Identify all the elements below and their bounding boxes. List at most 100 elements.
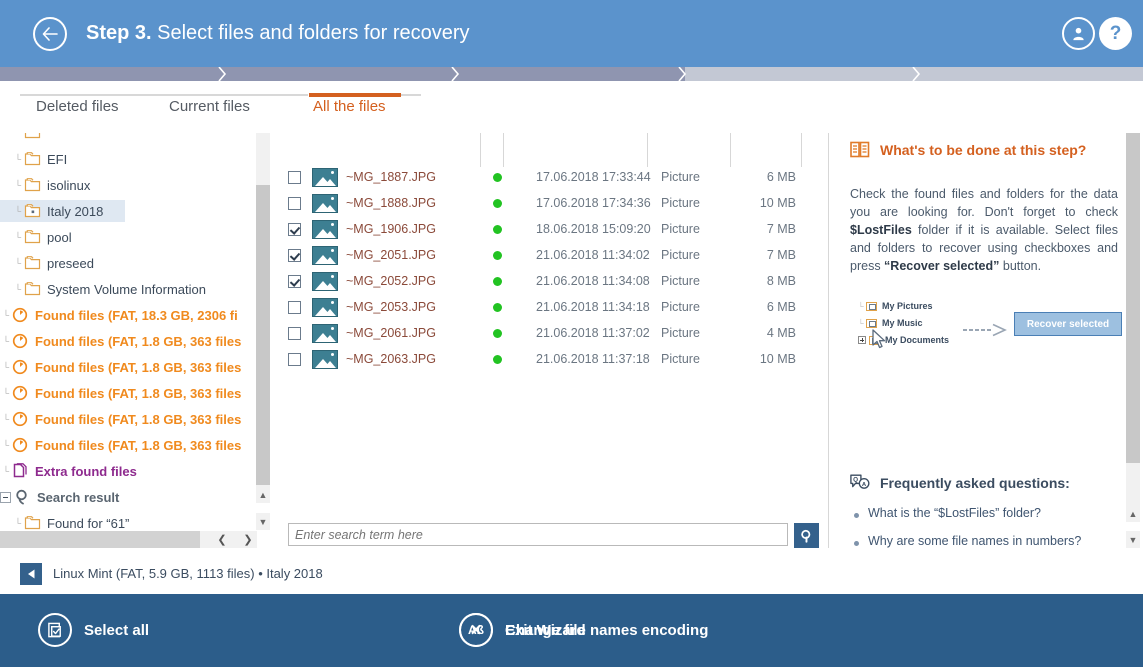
illus-label-my-documents: My Documents (885, 335, 950, 345)
help-scroll-up-button[interactable]: ▲ (1126, 505, 1140, 522)
help-scroll-thumb[interactable] (1126, 133, 1140, 463)
user-account-button[interactable] (1062, 17, 1095, 50)
help-scroll-down-button[interactable]: ▼ (1126, 531, 1140, 548)
tree-item-system-volume-information[interactable]: └ System Volume Information (0, 276, 256, 302)
tree-dash-icon: └ (14, 518, 22, 528)
tree-dash-icon: └ (14, 154, 22, 164)
tree-item-efi[interactable]: └ EFI (0, 146, 256, 172)
table-row[interactable]: ~MG_1887.JPG 17.06.2018 17:33:44 Picture 6 … (276, 164, 828, 190)
exit-wizard-button[interactable]: ✕ Exit Wizard (459, 612, 586, 648)
row-checkbox[interactable] (288, 222, 301, 236)
row-checkbox[interactable] (288, 274, 301, 288)
file-type: Picture (661, 300, 700, 314)
tree-item-isolinux[interactable]: └ isolinux (0, 172, 256, 198)
row-checkbox[interactable] (288, 196, 301, 210)
table-row[interactable]: ~MG_2061.JPG 21.06.2018 11:37:02 Picture 4 … (276, 320, 828, 346)
file-name: ~MG_1906.JPG (346, 222, 436, 236)
picture-icon (312, 193, 338, 213)
tree-item-label: Extra found files (35, 463, 137, 479)
table-row[interactable]: ~MG_2053.JPG 21.06.2018 11:34:18 Picture 6 … (276, 294, 828, 320)
tree-item-found-files-fat-1-8-gb-363-files[interactable]: └ Found files (FAT, 1.8 GB, 363 files (0, 406, 256, 432)
file-date: 18.06.2018 15:09:20 (536, 222, 651, 236)
tree-item-partial[interactable] (0, 133, 256, 145)
status-back-button[interactable] (20, 563, 42, 585)
status-dot (493, 276, 502, 286)
search-input[interactable] (288, 523, 788, 546)
select-all-label: Select all (84, 621, 150, 639)
search-button[interactable] (794, 523, 819, 548)
tree-dash-icon: └ (858, 318, 864, 328)
status-dot (493, 354, 502, 364)
tree-item-italy-2018[interactable]: └ Italy 2018 (0, 200, 125, 222)
folder-tree[interactable]: └ EFI └ isolinux └ Italy 2018 └ pool └ presee… (0, 133, 256, 554)
tree-scroll-thumb[interactable] (256, 185, 270, 485)
tree-hscroll-right-button[interactable]: ❯ (239, 531, 257, 548)
table-row[interactable]: ~MG_2052.JPG 21.06.2018 11:34:08 Picture 8 … (276, 268, 828, 294)
table-row[interactable]: ~MG_2051.JPG 21.06.2018 11:34:02 Picture 7 … (276, 242, 828, 268)
illus-label-my-music: My Music (882, 318, 923, 328)
row-checkbox[interactable] (288, 352, 301, 366)
tree-item-pool[interactable]: └ pool (0, 224, 256, 250)
select-all-button[interactable]: Select all (38, 612, 149, 648)
tab-current-files[interactable]: Current files (169, 98, 250, 115)
tree-item-found-files-fat-1-8-gb-363-files[interactable]: └ Found files (FAT, 1.8 GB, 363 files (0, 328, 256, 354)
faq-link-numbers[interactable]: Why are some file names in numbers? (868, 534, 1081, 548)
row-checkbox[interactable] (288, 300, 301, 314)
status-bar: Linux Mint (FAT, 5.9 GB, 1113 files) • I… (0, 554, 1143, 594)
step-title: Select files and folders for recovery (157, 22, 470, 44)
tree-scroll-up-button[interactable]: ▲ (256, 486, 270, 503)
help-button[interactable]: ? (1099, 17, 1132, 50)
status-dot (493, 250, 502, 260)
picture-icon (312, 349, 338, 369)
expander-minus-icon[interactable] (0, 491, 11, 503)
file-name: ~MG_2053.JPG (346, 300, 436, 314)
tab-deleted-files[interactable]: Deleted files (36, 98, 119, 115)
file-list[interactable]: ~MG_1887.JPG 17.06.2018 17:33:44 Picture 6 … (276, 133, 828, 508)
file-type: Picture (661, 326, 700, 340)
table-row[interactable]: ~MG_1906.JPG 18.06.2018 15:09:20 Picture 7 … (276, 216, 828, 242)
document-icon (12, 463, 30, 479)
table-row[interactable]: ~MG_1888.JPG 17.06.2018 17:34:36 Picture 10… (276, 190, 828, 216)
chevron-left-icon: ❮ (217, 534, 227, 546)
arrow-left-icon (42, 27, 58, 41)
close-icon: ✕ (459, 613, 493, 647)
tree-item-found-files-fat-1-8-gb-363-files[interactable]: └ Found files (FAT, 1.8 GB, 363 files (0, 354, 256, 380)
row-checkbox[interactable] (288, 248, 301, 262)
tree-item-label: Found files (FAT, 18.3 GB, 2306 fi (35, 307, 238, 323)
tree-item-label: Italy 2018 (47, 203, 104, 219)
tree-hscroll-left-button[interactable]: ❮ (213, 531, 231, 548)
page-title: Step 3. Select files and folders for rec… (86, 18, 470, 48)
tree-dash-icon: └ (14, 180, 22, 190)
app-header: Step 3. Select files and folders for rec… (0, 0, 1143, 67)
tree-item-label: isolinux (47, 177, 91, 193)
illus-row-my-pictures: └ My Pictures (858, 301, 933, 311)
tree-item-search-result[interactable]: Search result (0, 484, 256, 510)
tab-underline-inactive-right (401, 94, 421, 96)
row-checkbox[interactable] (288, 326, 301, 340)
file-type: Picture (661, 196, 700, 210)
wizard-progress-bar (0, 67, 1143, 81)
tab-all-the-files[interactable]: All the files (313, 98, 386, 115)
folder-icon (24, 151, 42, 167)
tree-item-extra-found-files[interactable]: └ Extra found files (0, 458, 256, 484)
back-button[interactable] (33, 17, 67, 51)
faq-link-lostfiles[interactable]: What is the “$LostFiles” folder? (868, 506, 1041, 520)
illus-label-my-pictures: My Pictures (882, 301, 933, 311)
help-illustration: └ My Pictures └ My Music My Documents Re… (858, 301, 1122, 361)
application-window: Step 3. Select files and folders for rec… (0, 0, 1143, 667)
tree-item-found-files-fat-1-8-gb-363-files[interactable]: └ Found files (FAT, 1.8 GB, 363 files (0, 380, 256, 406)
tree-item-found-files-fat-18-3-gb-2306-fi[interactable]: └ Found files (FAT, 18.3 GB, 2306 fi (0, 302, 256, 328)
search-icon (800, 529, 810, 543)
tree-hscroll-thumb[interactable] (0, 531, 200, 548)
help-vertical-scrollbar[interactable] (1126, 133, 1140, 505)
row-checkbox[interactable] (288, 170, 301, 184)
file-name: ~MG_1888.JPG (346, 196, 436, 210)
tree-item-preseed[interactable]: └ preseed (0, 250, 256, 276)
tree-scroll-down-button[interactable]: ▼ (256, 513, 270, 530)
table-row[interactable]: ~MG_2063.JPG 21.06.2018 11:37:18 Picture 10… (276, 346, 828, 372)
file-size: 10 MB (759, 196, 796, 210)
tree-vertical-scrollbar[interactable] (256, 133, 270, 503)
file-type: Picture (661, 248, 700, 262)
tree-item-found-files-fat-1-8-gb-363-files[interactable]: └ Found files (FAT, 1.8 GB, 363 files (0, 432, 256, 458)
